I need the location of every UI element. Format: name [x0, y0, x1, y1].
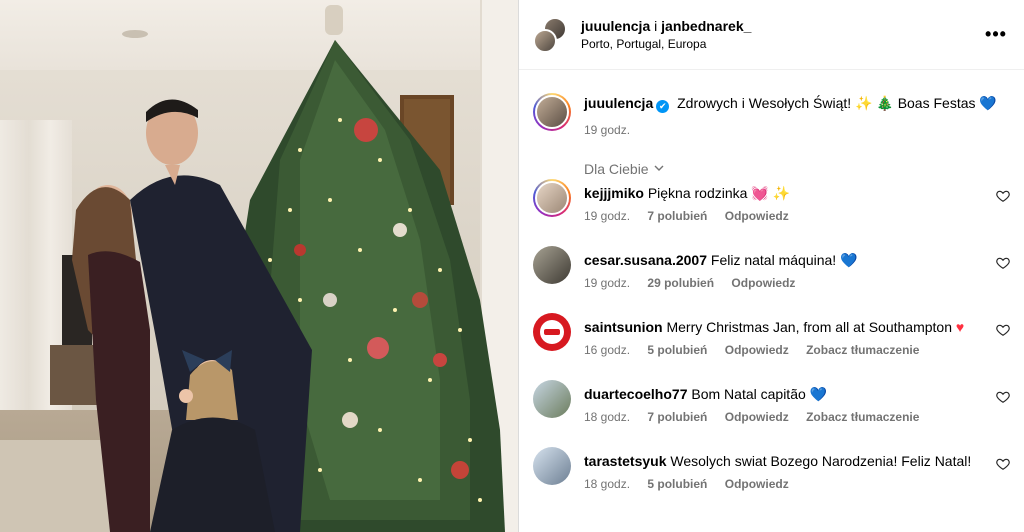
comment-username[interactable]: saintsunion: [584, 319, 663, 335]
story-ring[interactable]: [533, 179, 571, 217]
post-authors: juuulencja i janbednarek_ Porto, Portuga…: [581, 17, 984, 53]
comment-row: kejjjmiko Piękna rodzinka 💓 ✨ 19 godz. 7…: [519, 179, 1024, 246]
comment-meta: 18 godz. 5 polubień Odpowiedz: [584, 477, 1008, 491]
comment-text-line: duartecoelho77 Bom Natal capitão 💙: [584, 384, 1008, 404]
comment-row: saintsunion Merry Christmas Jan, from al…: [519, 313, 1024, 380]
reply-button[interactable]: Odpowiedz: [725, 410, 789, 424]
comment-meta: 19 godz. 7 polubień Odpowiedz: [584, 209, 1008, 223]
reply-button[interactable]: Odpowiedz: [725, 209, 789, 223]
more-options-icon[interactable]: •••: [984, 23, 1008, 47]
sparkles-emoji: ✨: [855, 95, 873, 111]
reply-button[interactable]: Odpowiedz: [725, 477, 789, 491]
comment-username[interactable]: kejjjmiko: [584, 185, 644, 201]
avatar[interactable]: [533, 246, 571, 284]
comment-username[interactable]: duartecoelho77: [584, 386, 687, 402]
post-header: juuulencja i janbednarek_ Porto, Portuga…: [519, 0, 1024, 70]
post-modal: juuulencja i janbednarek_ Porto, Portuga…: [0, 0, 1024, 532]
comment-text-line: cesar.susana.2007 Feliz natal máquina! 💙: [584, 250, 1008, 270]
comments-list: kejjjmiko Piękna rodzinka 💓 ✨ 19 godz. 7…: [519, 179, 1024, 514]
comment-text-line: kejjjmiko Piękna rodzinka 💓 ✨: [584, 183, 1008, 203]
comment-meta: 19 godz. 29 polubień Odpowiedz: [584, 276, 1008, 290]
comment-meta: 18 godz. 7 polubień Odpowiedz Zobacz tłu…: [584, 410, 1008, 424]
avatar[interactable]: [535, 181, 569, 215]
comment-body: duartecoelho77 Bom Natal capitão 💙 18 go…: [584, 380, 1008, 424]
comment-time[interactable]: 16 godz.: [584, 343, 630, 357]
heart-outline-icon[interactable]: [996, 189, 1010, 203]
comment-likes[interactable]: 5 polubień: [647, 343, 707, 357]
filter-label[interactable]: Dla Ciebie: [584, 161, 649, 177]
comment-row: tarastetsyuk Wesolych swiat Bozego Narod…: [519, 447, 1024, 514]
collab-avatars[interactable]: [533, 16, 569, 53]
comment-likes[interactable]: 29 polubień: [647, 276, 714, 290]
avatar[interactable]: [533, 380, 571, 418]
comment-time[interactable]: 19 godz.: [584, 209, 630, 223]
tree-emoji: 🎄: [876, 95, 894, 111]
see-translation-button[interactable]: Zobacz tłumaczenie: [806, 343, 919, 357]
authors-conjunction: i: [654, 17, 658, 34]
verified-badge-icon: ✔: [656, 100, 670, 113]
post-caption: juuulencja ✔ Zdrowych i Wesołych Świąt! ✨…: [519, 71, 1024, 137]
comment-text: Piękna rodzinka: [647, 185, 748, 201]
author-username[interactable]: janbednarek_: [661, 18, 751, 34]
author-username[interactable]: juuulencja: [581, 18, 650, 34]
caption-meta: 19 godz.: [584, 123, 1008, 137]
chevron-down-icon: [653, 161, 665, 177]
heart-outline-icon[interactable]: [996, 457, 1010, 471]
reply-button[interactable]: Odpowiedz: [725, 343, 789, 357]
caption-text: Zdrowych i Wesołych Świąt!: [677, 95, 852, 111]
comment-text: Feliz natal máquina!: [710, 252, 837, 268]
comment-emoji: ♥: [955, 319, 965, 335]
comment-time[interactable]: 18 godz.: [584, 410, 630, 424]
comment-body: cesar.susana.2007 Feliz natal máquina! 💙…: [584, 246, 1008, 290]
avatar[interactable]: [533, 28, 557, 53]
post-photo[interactable]: [0, 0, 518, 532]
comment-meta: 16 godz. 5 polubień Odpowiedz Zobacz tłu…: [584, 343, 1008, 357]
heart-outline-icon[interactable]: [996, 323, 1010, 337]
comment-username[interactable]: cesar.susana.2007: [584, 252, 707, 268]
caption-body: juuulencja ✔ Zdrowych i Wesołych Świąt! ✨…: [584, 93, 1008, 137]
comment-body: tarastetsyuk Wesolych swiat Bozego Narod…: [584, 447, 1008, 491]
comment-emoji: 💓 ✨: [751, 185, 791, 201]
comment-body: saintsunion Merry Christmas Jan, from al…: [584, 313, 1008, 357]
comment-time[interactable]: 19 godz.: [584, 276, 630, 290]
comment-text: Bom Natal capitão: [691, 386, 806, 402]
comment-username[interactable]: tarastetsyuk: [584, 453, 667, 469]
comment-text-line: tarastetsyuk Wesolych swiat Bozego Narod…: [584, 451, 1008, 471]
caption-text-2: Boas Festas: [897, 95, 976, 111]
family-figures: [72, 99, 312, 532]
comment-text: Wesolych swiat Bozego Narodzenia! Feliz …: [670, 453, 972, 469]
saints-logo-icon: [534, 314, 570, 350]
caption-text-line: juuulencja ✔ Zdrowych i Wesołych Świąt! ✨…: [584, 93, 1008, 113]
caption-time[interactable]: 19 godz.: [584, 123, 630, 137]
comments-scroll[interactable]: juuulencja ✔ Zdrowych i Wesołych Świąt! ✨…: [519, 71, 1024, 532]
comment-body: kejjjmiko Piękna rodzinka 💓 ✨ 19 godz. 7…: [584, 179, 1008, 223]
comment-text-line: saintsunion Merry Christmas Jan, from al…: [584, 317, 1008, 337]
reply-button[interactable]: Odpowiedz: [731, 276, 795, 290]
comment-emoji: 💙: [840, 252, 858, 268]
comment-likes[interactable]: 7 polubień: [647, 410, 707, 424]
post-details-panel: juuulencja i janbednarek_ Porto, Portuga…: [518, 0, 1024, 532]
see-translation-button[interactable]: Zobacz tłumaczenie: [806, 410, 919, 424]
avatar[interactable]: [533, 313, 571, 351]
avatar[interactable]: [535, 95, 569, 129]
comment-row: duartecoelho77 Bom Natal capitão 💙 18 go…: [519, 380, 1024, 447]
avatar[interactable]: [533, 447, 571, 485]
heart-outline-icon[interactable]: [996, 390, 1010, 404]
authors-line: juuulencja i janbednarek_: [581, 17, 984, 35]
story-ring[interactable]: [533, 93, 571, 131]
comment-time[interactable]: 18 godz.: [584, 477, 630, 491]
caption-username[interactable]: juuulencja: [584, 95, 653, 111]
comment-text: Merry Christmas Jan, from all at Southam…: [666, 319, 952, 335]
comment-likes[interactable]: 5 polubień: [647, 477, 707, 491]
post-location[interactable]: Porto, Portugal, Europa: [581, 35, 984, 53]
comment-likes[interactable]: 7 polubień: [647, 209, 707, 223]
comment-emoji: 💙: [809, 386, 828, 402]
blue-heart-emoji: 💙: [979, 95, 997, 111]
comment-row: cesar.susana.2007 Feliz natal máquina! 💙…: [519, 246, 1024, 313]
comment-sort-filter[interactable]: Dla Ciebie: [519, 137, 1024, 179]
heart-outline-icon[interactable]: [996, 256, 1010, 270]
